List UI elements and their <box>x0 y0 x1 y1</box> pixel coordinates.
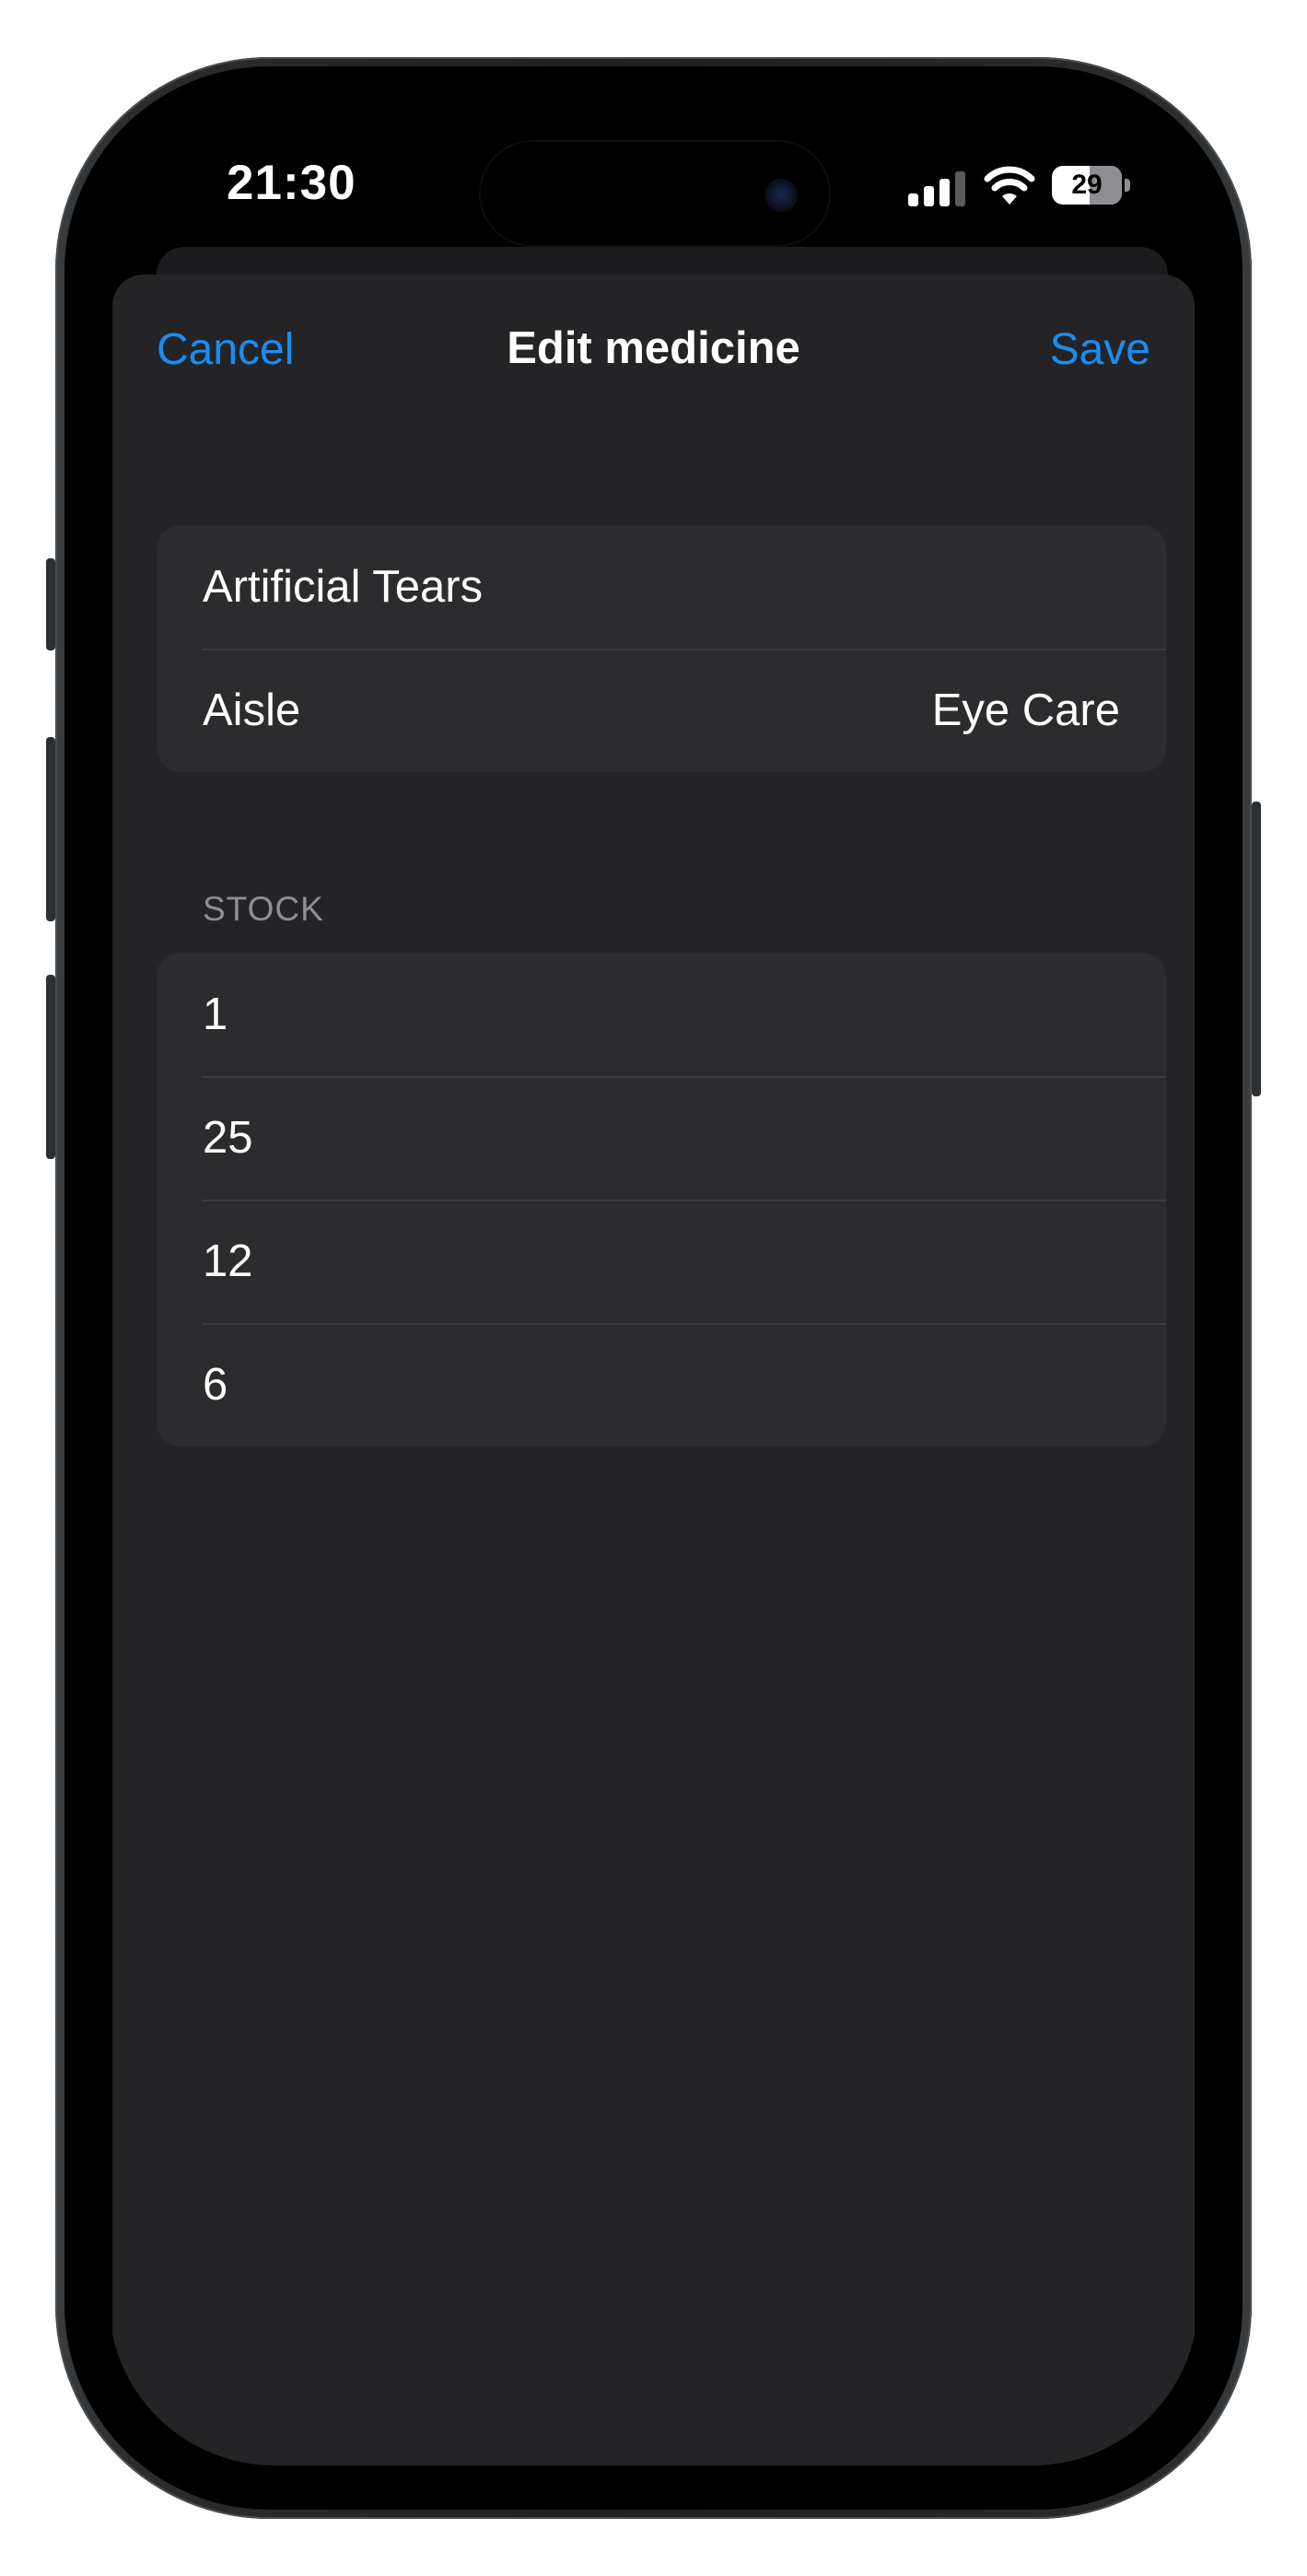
name-field-value: Artificial Tears <box>203 562 484 612</box>
stock-field-2[interactable]: 25 <box>157 1076 1166 1200</box>
stock-value: 1 <box>203 989 228 1039</box>
battery-icon: 29 <box>1052 166 1122 205</box>
cellular-signal-icon <box>908 171 965 206</box>
details-group: Artificial Tears Aisle Eye Care <box>157 525 1166 772</box>
action-button <box>46 558 55 650</box>
aisle-value: Eye Care <box>931 685 1120 735</box>
stock-group: 1 25 12 6 <box>157 953 1166 1446</box>
stock-field-4[interactable]: 6 <box>157 1323 1166 1446</box>
wifi-icon <box>984 166 1035 205</box>
stock-section-header: STOCK <box>203 890 324 928</box>
front-camera-icon <box>764 179 798 212</box>
volume-up-button <box>46 737 55 921</box>
stock-field-3[interactable]: 12 <box>157 1200 1166 1323</box>
stock-value: 6 <box>203 1360 228 1410</box>
stock-field-1[interactable]: 1 <box>157 953 1166 1076</box>
phone-screen: 21:30 29 Cancel Edit medicine Save Artif… <box>109 109 1198 2465</box>
stock-value: 25 <box>203 1113 253 1163</box>
aisle-label: Aisle <box>203 685 301 735</box>
battery-tip-icon <box>1125 179 1130 192</box>
status-time: 21:30 <box>227 156 356 210</box>
save-button[interactable]: Save <box>1050 324 1150 375</box>
status-bar: 21:30 29 <box>109 109 1198 247</box>
volume-down-button <box>46 975 55 1159</box>
dynamic-island <box>481 142 829 245</box>
name-field[interactable]: Artificial Tears <box>157 525 1166 649</box>
aisle-picker-row[interactable]: Aisle Eye Care <box>157 649 1166 772</box>
page-title: Edit medicine <box>507 323 800 373</box>
edit-medicine-sheet: Cancel Edit medicine Save Artificial Tea… <box>112 275 1195 2465</box>
stock-value: 12 <box>203 1236 253 1286</box>
navigation-bar: Cancel Edit medicine Save <box>112 275 1195 422</box>
battery-level: 29 <box>1071 170 1103 200</box>
power-button <box>1252 802 1261 1096</box>
